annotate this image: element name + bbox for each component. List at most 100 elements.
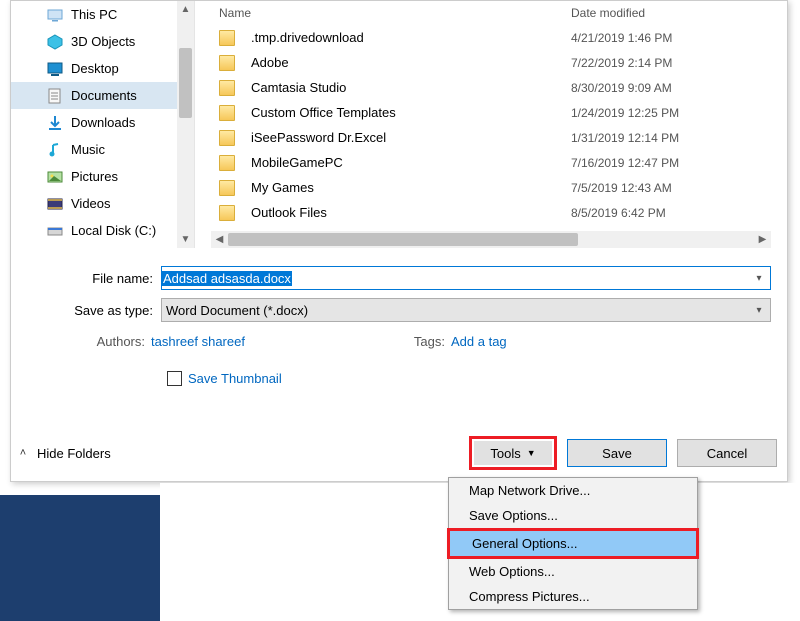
list-item[interactable]: Adobe7/22/2019 2:14 PM: [211, 50, 771, 75]
horizontal-scrollbar[interactable]: ◀ ▶: [211, 231, 771, 248]
file-name: Outlook Files: [251, 205, 571, 220]
videos-icon: [47, 196, 63, 212]
desktop-icon: [47, 61, 63, 77]
column-date[interactable]: Date modified: [571, 6, 771, 20]
file-name: Camtasia Studio: [251, 80, 571, 95]
file-date: 8/30/2019 9:09 AM: [571, 81, 672, 95]
tags-value[interactable]: Add a tag: [451, 334, 507, 349]
nav-item-downloads[interactable]: Downloads: [11, 109, 194, 136]
folder-icon: [219, 130, 235, 146]
music-icon: [47, 142, 63, 158]
list-item[interactable]: Camtasia Studio8/30/2019 9:09 AM: [211, 75, 771, 100]
file-date: 7/5/2019 12:43 AM: [571, 181, 672, 195]
menu-item-save-options[interactable]: Save Options...: [449, 503, 697, 528]
file-name: iSeePassword Dr.Excel: [251, 130, 571, 145]
column-name[interactable]: Name: [211, 6, 571, 20]
form-area: File name: Addsad adsasda.docx ▾ Save as…: [11, 256, 787, 481]
cube-icon: [47, 34, 63, 50]
pc-icon: [47, 7, 63, 23]
general-options-highlight-box: General Options...: [447, 528, 699, 559]
pictures-icon: [47, 169, 63, 185]
save-as-dialog: This PC 3D Objects Desktop Documents Dow…: [10, 0, 788, 482]
background-strip: [0, 495, 160, 621]
folder-icon: [219, 205, 235, 221]
tags-label: Tags:: [371, 334, 451, 349]
tools-highlight-box: Tools ▼: [469, 436, 557, 470]
scroll-thumb[interactable]: [179, 48, 192, 118]
chevron-down-icon[interactable]: ▾: [752, 303, 766, 317]
nav-item-label: Local Disk (C:): [71, 223, 156, 238]
tools-button[interactable]: Tools ▼: [474, 441, 552, 465]
save-button[interactable]: Save: [567, 439, 667, 467]
chevron-down-icon[interactable]: ▾: [752, 271, 766, 285]
nav-tree: This PC 3D Objects Desktop Documents Dow…: [11, 1, 195, 248]
menu-item-compress-pictures[interactable]: Compress Pictures...: [449, 584, 697, 609]
scroll-down-icon[interactable]: ▼: [177, 231, 194, 248]
nav-item-videos[interactable]: Videos: [11, 190, 194, 217]
list-item[interactable]: MobileGamePC7/16/2019 12:47 PM: [211, 150, 771, 175]
file-name: My Games: [251, 180, 571, 195]
nav-scrollbar[interactable]: ▲ ▼: [177, 1, 194, 248]
folder-icon: [219, 155, 235, 171]
menu-item-map-network-drive[interactable]: Map Network Drive...: [449, 478, 697, 503]
file-date: 1/31/2019 12:14 PM: [571, 131, 679, 145]
file-date: 4/21/2019 1:46 PM: [571, 31, 672, 45]
folder-icon: [219, 30, 235, 46]
nav-item-music[interactable]: Music: [11, 136, 194, 163]
scroll-up-icon[interactable]: ▲: [177, 1, 194, 18]
download-icon: [47, 115, 63, 131]
savetype-value: Word Document (*.docx): [166, 303, 308, 318]
menu-item-web-options[interactable]: Web Options...: [449, 559, 697, 584]
file-list: Name Date modified .tmp.drivedownload4/2…: [211, 1, 771, 229]
list-item[interactable]: iSeePassword Dr.Excel1/31/2019 12:14 PM: [211, 125, 771, 150]
filename-input[interactable]: Addsad adsasda.docx ▾: [161, 266, 771, 290]
list-item[interactable]: .tmp.drivedownload4/21/2019 1:46 PM: [211, 25, 771, 50]
disk-icon: [47, 223, 63, 239]
save-thumbnail-checkbox[interactable]: [167, 371, 182, 386]
nav-item-label: This PC: [71, 7, 117, 22]
savetype-select[interactable]: Word Document (*.docx) ▾: [161, 298, 771, 322]
list-header: Name Date modified: [211, 1, 771, 25]
scroll-right-icon[interactable]: ▶: [754, 231, 771, 248]
cancel-button[interactable]: Cancel: [677, 439, 777, 467]
file-date: 7/16/2019 12:47 PM: [571, 156, 679, 170]
save-thumbnail-label[interactable]: Save Thumbnail: [188, 371, 282, 386]
authors-label: Authors:: [71, 334, 151, 349]
file-date: 1/24/2019 12:25 PM: [571, 106, 679, 120]
file-name: .tmp.drivedownload: [251, 30, 571, 45]
chevron-down-icon: ▼: [527, 448, 536, 458]
list-item[interactable]: Custom Office Templates1/24/2019 12:25 P…: [211, 100, 771, 125]
tools-menu: Map Network Drive... Save Options... Gen…: [448, 477, 698, 610]
file-name: Custom Office Templates: [251, 105, 571, 120]
nav-item-label: 3D Objects: [71, 34, 135, 49]
savetype-label: Save as type:: [11, 303, 161, 318]
file-date: 8/5/2019 6:42 PM: [571, 206, 666, 220]
button-row: ˄ Hide Folders Tools ▼ Save Cancel: [11, 435, 787, 471]
list-item[interactable]: My Games7/5/2019 12:43 AM: [211, 175, 771, 200]
nav-item-label: Music: [71, 142, 105, 157]
nav-item-label: Videos: [71, 196, 111, 211]
tools-label: Tools: [490, 446, 520, 461]
filename-label: File name:: [11, 271, 161, 286]
nav-item-label: Documents: [71, 88, 137, 103]
nav-item-local-disk[interactable]: Local Disk (C:): [11, 217, 194, 244]
nav-item-label: Pictures: [71, 169, 118, 184]
file-name: MobileGamePC: [251, 155, 571, 170]
document-icon: [47, 88, 63, 104]
nav-item-this-pc[interactable]: This PC: [11, 1, 194, 28]
nav-item-desktop[interactable]: Desktop: [11, 55, 194, 82]
menu-item-general-options[interactable]: General Options...: [450, 531, 696, 556]
scroll-thumb[interactable]: [228, 233, 578, 246]
nav-item-pictures[interactable]: Pictures: [11, 163, 194, 190]
authors-value[interactable]: tashreef shareef: [151, 334, 371, 349]
folder-icon: [219, 80, 235, 96]
nav-item-label: Downloads: [71, 115, 135, 130]
list-item[interactable]: Outlook Files8/5/2019 6:42 PM: [211, 200, 771, 225]
nav-item-3d-objects[interactable]: 3D Objects: [11, 28, 194, 55]
chevron-up-icon: ˄: [15, 445, 31, 461]
scroll-left-icon[interactable]: ◀: [211, 231, 228, 248]
folder-icon: [219, 105, 235, 121]
hide-folders-button[interactable]: ˄ Hide Folders: [15, 445, 111, 461]
nav-item-documents[interactable]: Documents: [11, 82, 194, 109]
file-date: 7/22/2019 2:14 PM: [571, 56, 672, 70]
